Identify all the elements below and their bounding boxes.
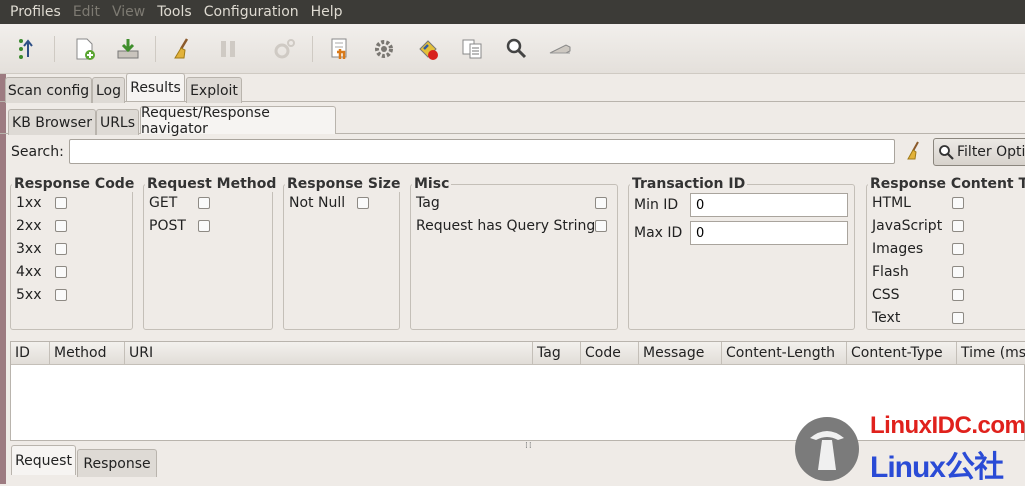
response-code-title: Response Code xyxy=(12,176,137,192)
not-null-checkbox[interactable] xyxy=(357,197,369,209)
ct-css-label: CSS xyxy=(872,287,900,303)
request-method-title: Request Method xyxy=(145,176,279,192)
ct-html-checkbox[interactable] xyxy=(952,197,964,209)
tag-checkbox[interactable] xyxy=(595,197,607,209)
tab-urls[interactable]: URLs xyxy=(96,109,139,135)
ct-flash-checkbox[interactable] xyxy=(952,266,964,278)
col-content-type[interactable]: Content-Type xyxy=(847,342,957,365)
tab-response[interactable]: Response xyxy=(77,449,157,477)
misc-group xyxy=(410,184,618,330)
menu-help[interactable]: Help xyxy=(305,4,349,20)
col-method[interactable]: Method xyxy=(50,342,125,365)
pause-icon[interactable] xyxy=(214,35,242,63)
code-2xx-checkbox[interactable] xyxy=(55,220,67,232)
main-tab-bar: Scan config Log Results Exploit xyxy=(0,73,1025,103)
proxy-icon[interactable] xyxy=(546,35,574,63)
col-uri[interactable]: URI xyxy=(125,342,533,365)
tab-exploit[interactable]: Exploit xyxy=(186,77,242,103)
query-string-label: Request has Query String xyxy=(416,218,596,234)
col-message[interactable]: Message xyxy=(639,342,722,365)
content-type-title: Response Content Ty xyxy=(868,176,1025,192)
watermark-logo: LinuxIDC.com Linux公社 xyxy=(790,412,1025,484)
query-string-checkbox[interactable] xyxy=(595,220,607,232)
filter-options-label: Filter Optio xyxy=(957,144,1025,160)
toolbar-separator xyxy=(155,36,156,62)
min-id-input[interactable] xyxy=(690,193,848,217)
results-tab-bar: KB Browser URLs Request/Response navigat… xyxy=(0,105,1025,137)
method-get-checkbox[interactable] xyxy=(198,197,210,209)
tab-results[interactable]: Results xyxy=(126,73,185,101)
tab-scan-config[interactable]: Scan config xyxy=(5,77,92,103)
new-profile-icon[interactable] xyxy=(71,35,99,63)
watermark-emblem-icon xyxy=(795,417,859,481)
menu-edit[interactable]: Edit xyxy=(67,4,106,20)
toolbar xyxy=(0,24,1025,74)
ct-javascript-checkbox[interactable] xyxy=(952,220,964,232)
max-id-label: Max ID xyxy=(634,225,683,241)
code-3xx-checkbox[interactable] xyxy=(55,243,67,255)
method-post-label: POST xyxy=(149,218,186,234)
clear-search-icon[interactable] xyxy=(903,140,925,162)
method-get-label: GET xyxy=(149,195,178,211)
col-content-length[interactable]: Content-Length xyxy=(722,342,847,365)
col-time[interactable]: Time (ms) xyxy=(957,342,1025,365)
wizard-icon[interactable] xyxy=(14,35,42,63)
menu-view[interactable]: View xyxy=(106,4,151,20)
table-header: ID Method URI Tag Code Message Content-L… xyxy=(11,342,1025,365)
search-label: Search: xyxy=(11,144,64,160)
ct-html-label: HTML xyxy=(872,195,911,211)
col-code[interactable]: Code xyxy=(581,342,639,365)
tab-kb-browser[interactable]: KB Browser xyxy=(8,109,96,135)
response-size-title: Response Size xyxy=(285,176,403,192)
exploit-icon[interactable] xyxy=(414,35,442,63)
not-null-label: Not Null xyxy=(289,195,346,211)
code-1xx-label: 1xx xyxy=(16,195,42,211)
tag-label: Tag xyxy=(416,195,440,211)
toolbar-separator xyxy=(54,36,55,62)
tab-request-response-navigator[interactable]: Request/Response navigator xyxy=(140,105,336,137)
config-gear-icon[interactable] xyxy=(370,35,398,63)
tab-request[interactable]: Request xyxy=(11,445,76,475)
settings-disabled-icon[interactable] xyxy=(271,35,299,63)
code-5xx-checkbox[interactable] xyxy=(55,289,67,301)
max-id-input[interactable] xyxy=(690,221,848,245)
menu-profiles[interactable]: Profiles xyxy=(4,4,67,20)
code-1xx-checkbox[interactable] xyxy=(55,197,67,209)
code-5xx-label: 5xx xyxy=(16,287,42,303)
clear-icon[interactable] xyxy=(169,35,197,63)
code-4xx-checkbox[interactable] xyxy=(55,266,67,278)
ct-text-checkbox[interactable] xyxy=(952,312,964,324)
col-id[interactable]: ID xyxy=(11,342,50,365)
transaction-id-title: Transaction ID xyxy=(630,176,748,192)
search-input[interactable] xyxy=(69,139,895,164)
ct-images-label: Images xyxy=(872,241,924,257)
ct-text-label: Text xyxy=(872,310,901,326)
ct-javascript-label: JavaScript xyxy=(872,218,943,234)
misc-title: Misc xyxy=(412,176,452,192)
code-2xx-label: 2xx xyxy=(16,218,42,234)
menu-tools[interactable]: Tools xyxy=(151,4,198,20)
min-id-label: Min ID xyxy=(634,197,679,213)
ct-images-checkbox[interactable] xyxy=(952,243,964,255)
compare-icon[interactable] xyxy=(458,35,486,63)
search-icon[interactable] xyxy=(502,35,530,63)
menu-bar: Profiles Edit View Tools Configuration H… xyxy=(0,0,1025,24)
ct-css-checkbox[interactable] xyxy=(952,289,964,301)
magnifier-icon xyxy=(939,145,954,160)
toolbar-separator xyxy=(312,36,313,62)
menu-configuration[interactable]: Configuration xyxy=(198,4,305,20)
col-tag[interactable]: Tag xyxy=(533,342,581,365)
ct-flash-label: Flash xyxy=(872,264,909,280)
watermark-line2: Linux公社 xyxy=(870,451,1004,484)
manual-request-icon[interactable] xyxy=(326,35,354,63)
method-post-checkbox[interactable] xyxy=(198,220,210,232)
watermark-line1: LinuxIDC.com xyxy=(870,412,1025,439)
code-4xx-label: 4xx xyxy=(16,264,42,280)
tab-log[interactable]: Log xyxy=(92,77,125,103)
code-3xx-label: 3xx xyxy=(16,241,42,257)
filter-options-button[interactable]: Filter Optio xyxy=(933,138,1025,166)
save-profile-icon[interactable] xyxy=(114,35,142,63)
